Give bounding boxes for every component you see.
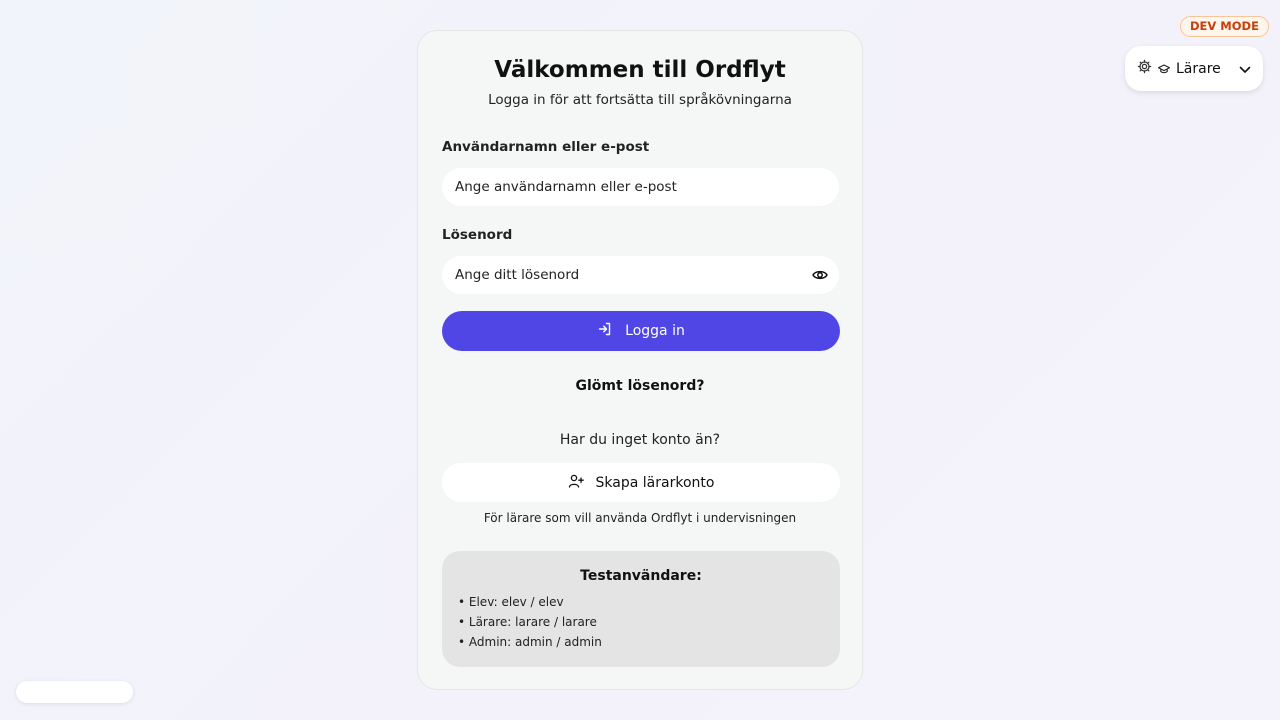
- forgot-password-link[interactable]: Glömt lösenord?: [418, 378, 862, 394]
- bottom-toast: [16, 681, 133, 703]
- test-users-list: • Elev: elev / elev • Lärare: larare / l…: [458, 594, 602, 654]
- chevron-down-icon: [1239, 59, 1251, 78]
- user-plus-icon: [568, 473, 584, 493]
- dev-mode-badge: DEV MODE: [1180, 16, 1269, 37]
- create-teacher-account-button[interactable]: Skapa lärarkonto: [442, 463, 840, 502]
- password-input[interactable]: [442, 256, 839, 294]
- test-users-title: Testanvändare:: [580, 568, 702, 584]
- page-subtitle: Logga in för att fortsätta till språkövn…: [488, 92, 792, 108]
- test-users-box: Testanvändare: • Elev: elev / elev • Lär…: [442, 551, 840, 667]
- username-label: Användarnamn eller e-post: [442, 139, 650, 155]
- username-input[interactable]: [442, 168, 839, 206]
- list-item: • Elev: elev / elev: [458, 595, 564, 609]
- list-item: • Admin: admin / admin: [458, 635, 602, 649]
- password-label: Lösenord: [442, 227, 513, 243]
- login-button-label: Logga in: [625, 323, 685, 339]
- login-button[interactable]: Logga in: [442, 311, 840, 351]
- page-title: Välkommen till Ordflyt: [494, 57, 786, 83]
- role-label: Lärare: [1176, 60, 1221, 77]
- create-button-label: Skapa lärarkonto: [595, 474, 715, 491]
- login-card: Välkommen till Ordflyt Logga in för att …: [417, 30, 863, 690]
- graduation-cap-icon: [1157, 59, 1171, 78]
- role-switcher[interactable]: Lärare: [1125, 46, 1263, 91]
- no-account-text: Har du inget konto än?: [559, 432, 721, 448]
- list-item: • Lärare: larare / larare: [458, 615, 597, 629]
- eye-icon[interactable]: [811, 266, 829, 284]
- teacher-note: För lärare som vill använda Ordflyt i un…: [483, 511, 797, 525]
- gear-icon: [1137, 59, 1152, 78]
- login-icon: [597, 321, 613, 341]
